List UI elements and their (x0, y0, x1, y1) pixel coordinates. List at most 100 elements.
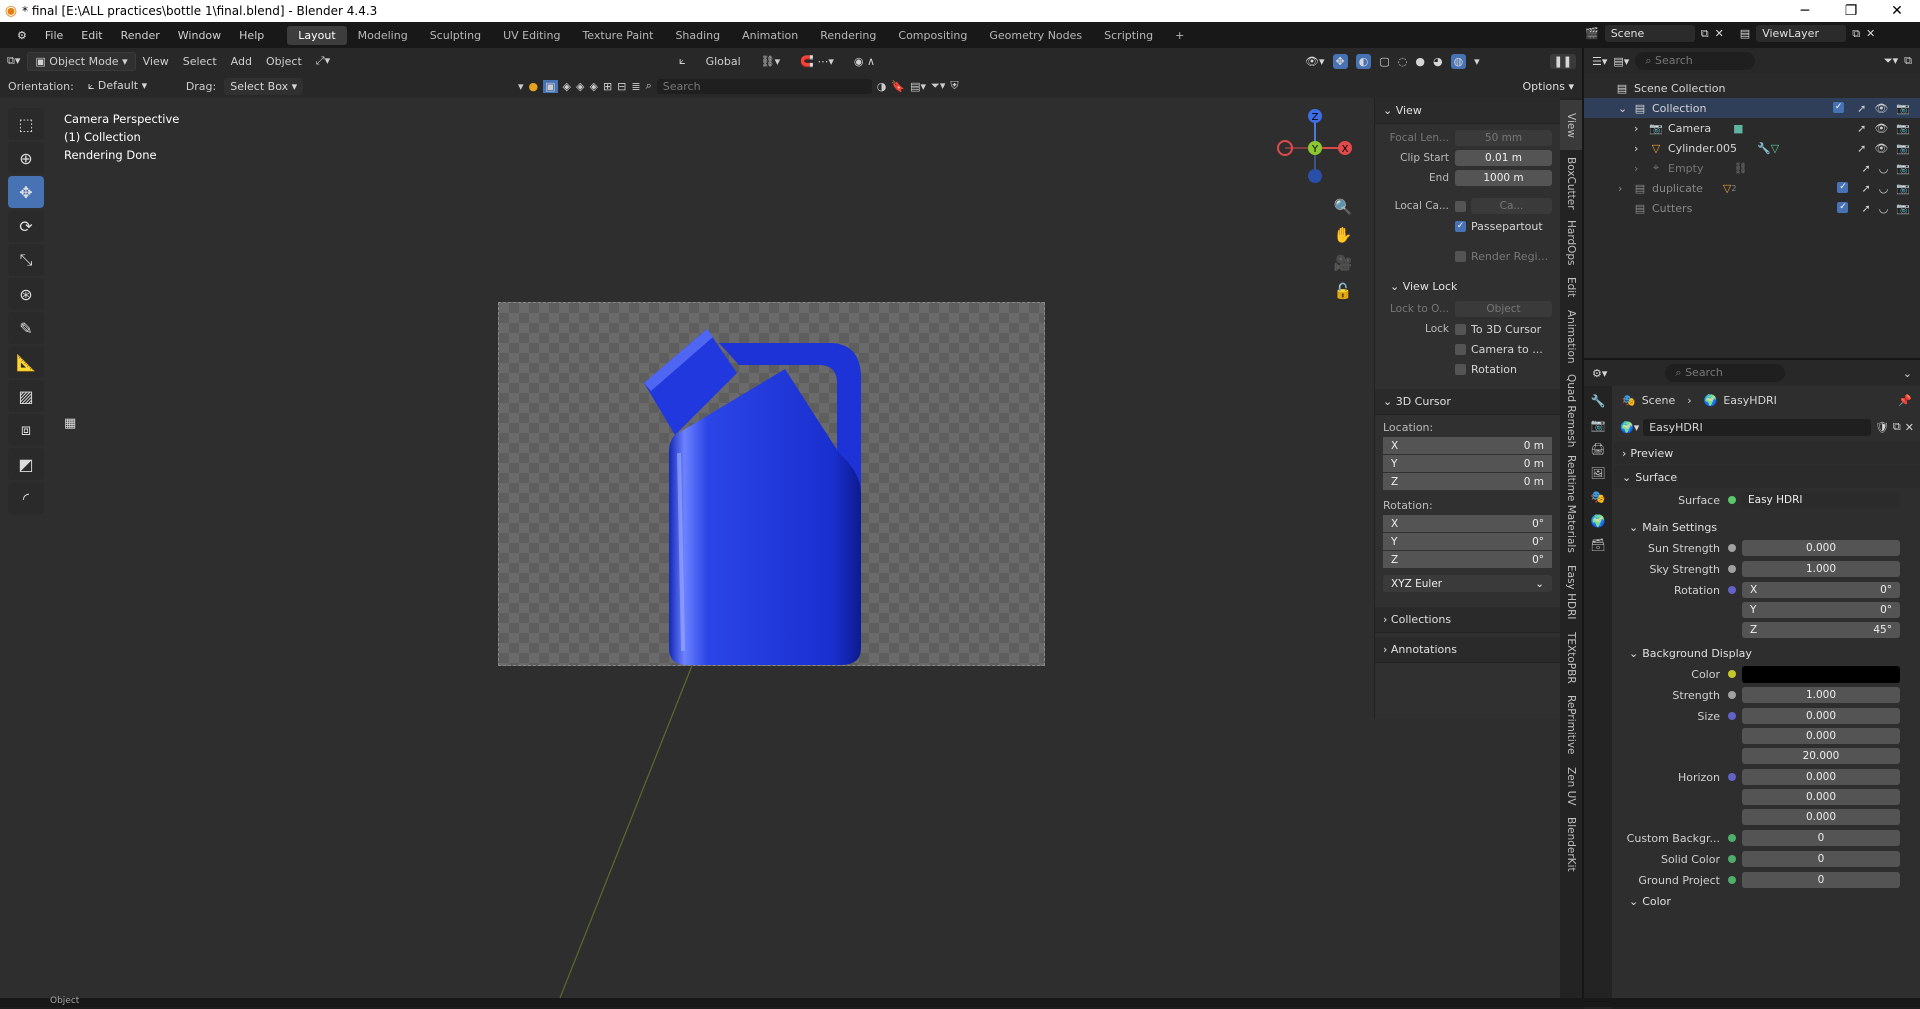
asset-search-input[interactable]: Search (656, 78, 872, 94)
gizmo-toggle-icon[interactable]: ✥ (1332, 53, 1348, 69)
select-menu[interactable]: Select (176, 53, 224, 70)
scene-tab-icon[interactable]: 🎭 (1591, 490, 1606, 504)
add-primitive-tool-icon[interactable]: ⧈ (8, 414, 44, 446)
output-tab-icon[interactable]: 🖨 (1590, 442, 1605, 456)
select-icon[interactable]: ➚ (1857, 102, 1866, 115)
cursor-rotation-z[interactable]: Z 0° (1383, 551, 1552, 569)
custom-background-field[interactable]: 0 (1742, 830, 1900, 846)
ground-project-field[interactable]: 0 (1742, 872, 1900, 888)
tab-texture-paint[interactable]: Texture Paint (571, 26, 664, 45)
cursor-rotation-y[interactable]: Y 0° (1383, 533, 1552, 551)
color-section[interactable]: ⌄ Color (1614, 890, 1920, 912)
tool-icon-6[interactable]: ≣ (631, 80, 640, 93)
overlay-toggle-icon[interactable]: ◐ (1355, 53, 1372, 69)
pan-hand-icon[interactable]: ✋ (1330, 222, 1356, 248)
checker-icon[interactable]: ▦ (64, 416, 76, 431)
rotation-z-field[interactable]: Z 45° (1742, 622, 1900, 638)
camera-to-view-checkbox[interactable] (1455, 343, 1466, 355)
local-camera-checkbox[interactable] (1455, 200, 1466, 212)
tab-view[interactable]: View (1560, 100, 1582, 150)
cursor-location-x[interactable]: X 0 m (1383, 437, 1552, 455)
unlink-world-icon[interactable]: ✕ (1905, 421, 1914, 434)
tab-edit[interactable]: Edit (1560, 272, 1582, 302)
lock-to-object-field[interactable]: Object (1455, 301, 1552, 317)
solid-color-field[interactable]: 0 (1742, 851, 1900, 867)
tab-blenderkit[interactable]: BlenderKit (1560, 812, 1582, 876)
blender-menu-icon[interactable]: ⚙ (8, 29, 36, 42)
collections-section-header[interactable]: › Collections (1375, 607, 1560, 633)
mesh-data-icon[interactable]: ▽ (1771, 142, 1779, 155)
xray-icon[interactable]: ▢ (1379, 55, 1389, 68)
shading-options-icon[interactable]: ▾ (1474, 55, 1480, 68)
lock-3d-cursor-checkbox[interactable] (1455, 323, 1466, 335)
tool-tab-icon[interactable]: 🔧 (1591, 394, 1606, 408)
select-mode-icon[interactable]: ▣ (543, 79, 558, 93)
outliner-row-scene-collection[interactable]: ▤ Scene Collection (1584, 78, 1920, 98)
restore-button[interactable]: ❐ (1828, 3, 1874, 19)
pivot-icon[interactable]: ⛓▾ (754, 53, 788, 70)
render-tab-icon[interactable]: 📷 (1591, 418, 1606, 432)
modifier-icon[interactable]: 🔧 (1757, 142, 1771, 155)
collection-tab-icon[interactable]: 🗃 (1590, 538, 1605, 552)
bookmark-icon[interactable]: 🔖 (891, 80, 905, 93)
tab-reprimitive[interactable]: RePrimitive (1560, 690, 1582, 760)
size-z-field[interactable]: 20.000 (1742, 748, 1900, 764)
include-checkbox[interactable]: ✓ (1837, 201, 1849, 213)
snapping-icon[interactable]: 🧲 ⋯▾ (793, 53, 841, 70)
sky-strength-field[interactable]: 1.000 (1742, 561, 1900, 577)
minimize-button[interactable]: ─ (1782, 3, 1828, 19)
tab-easy-hdri[interactable]: Easy HDRI (1560, 558, 1582, 626)
zoom-icon[interactable]: 🔍 (1330, 194, 1356, 220)
rotation-x-field[interactable]: X 0° (1742, 582, 1900, 598)
tab-hardops[interactable]: HardOps (1560, 216, 1582, 270)
add-menu[interactable]: Add (224, 53, 259, 70)
new-world-icon[interactable]: ⧉ (1893, 420, 1901, 434)
material-shading-icon[interactable]: ◕ (1433, 55, 1443, 68)
render-icon[interactable]: 📷 (1896, 182, 1910, 195)
passepartout-checkbox[interactable]: ✓ (1455, 220, 1466, 232)
display-mode-icon[interactable]: ▤▾ (1613, 55, 1629, 68)
viewlayer-icon[interactable]: ▤ (1740, 27, 1750, 40)
pin-icon[interactable]: 📌 (1898, 394, 1912, 407)
tool-icon-1[interactable]: ◈ (563, 80, 571, 93)
preview-section[interactable]: › Preview (1614, 442, 1920, 464)
surface-shader-field[interactable]: Easy HDRI (1742, 492, 1900, 508)
wireframe-shading-icon[interactable]: ◌ (1398, 55, 1408, 68)
toggle-icon[interactable]: ◑ (877, 80, 887, 93)
render-icon[interactable]: 📷 (1896, 102, 1910, 115)
properties-search-input[interactable]: ⌕ Search (1665, 364, 1786, 382)
menu-window[interactable]: Window (169, 29, 230, 42)
solid-shading-icon[interactable]: ● (1415, 55, 1425, 68)
orientation-selector[interactable]: ⟀ Default ▾ (82, 77, 178, 95)
world-name-field[interactable]: EasyHDRI (1643, 418, 1871, 436)
outliner-row-empty[interactable]: › ⌖ Empty ⛓ ➚ ◡ 📷 (1584, 158, 1920, 178)
rotation-mode-dropdown[interactable]: XYZ Euler ⌄ (1383, 575, 1552, 593)
strength-field[interactable]: 1.000 (1742, 687, 1900, 703)
outliner-editor-type-icon[interactable]: ☰▾ (1592, 55, 1607, 68)
view-section-header[interactable]: ⌄ View (1375, 98, 1560, 124)
3d-cursor-section-header[interactable]: ⌄ 3D Cursor (1375, 389, 1560, 415)
rendered-shading-icon[interactable]: ◍ (1450, 53, 1467, 69)
eye-icon[interactable]: 👁 (1874, 122, 1888, 135)
filter-dropdown-icon[interactable]: ▾ (518, 80, 524, 93)
tab-realtime-materials[interactable]: Realtime Materials (1560, 452, 1582, 556)
tab-zen-uv[interactable]: Zen UV (1560, 762, 1582, 810)
annotations-section-header[interactable]: › Annotations (1375, 637, 1560, 663)
render-icon[interactable]: 📷 (1896, 202, 1910, 215)
select-icon[interactable]: ➚ (1861, 162, 1870, 175)
drag-selector[interactable]: Select Box ▾ (224, 77, 304, 95)
hops-tool-icon[interactable]: ◜ (8, 482, 44, 514)
eye-closed-icon[interactable]: ◡ (1879, 202, 1889, 215)
tab-sculpting[interactable]: Sculpting (419, 26, 492, 45)
eye-closed-icon[interactable]: ◡ (1879, 182, 1889, 195)
rotate-tool-icon[interactable]: ⟳ (8, 210, 44, 242)
chevron-down-icon[interactable]: ⌄ (1903, 367, 1912, 380)
camera-data-icon[interactable]: ■ (1733, 122, 1743, 135)
render-icon[interactable]: 📷 (1896, 142, 1910, 155)
tool-icon-4[interactable]: ⊞ (603, 80, 612, 93)
cursor-rotation-x[interactable]: X 0° (1383, 515, 1552, 533)
add-workspace-button[interactable]: + (1164, 26, 1195, 45)
outliner-row-camera[interactable]: › 📷 Camera ■ ➚ 👁 📷 (1584, 118, 1920, 138)
cursor-location-z[interactable]: Z 0 m (1383, 473, 1552, 491)
eye-icon[interactable]: 👁 (1874, 102, 1888, 115)
